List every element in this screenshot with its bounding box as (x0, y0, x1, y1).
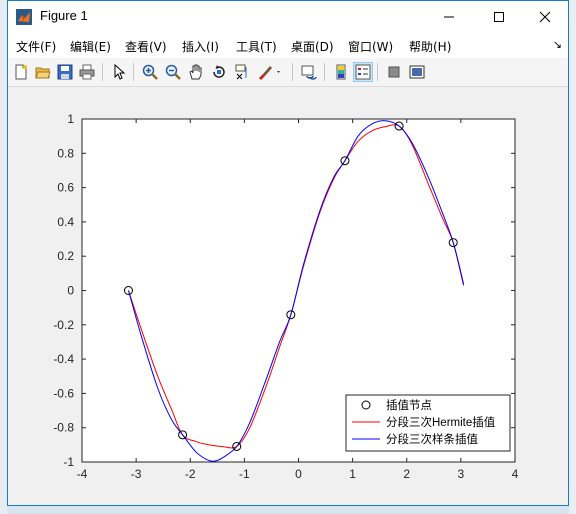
data-cursor-icon (235, 64, 247, 80)
show-plot-tools-button[interactable] (407, 62, 427, 82)
menu-bar: 文件(F) 编辑(E) 查看(V) 插入(I) 工具(T) 桌面(D) 窗口(W… (8, 32, 568, 58)
y-tick-label: 0.8 (57, 146, 74, 160)
new-figure-icon (15, 64, 27, 80)
toolbar-separator (377, 63, 378, 81)
open-folder-icon (35, 67, 51, 79)
y-tick-label: -0.4 (53, 352, 74, 366)
data-cursor-button[interactable] (232, 62, 252, 82)
link-plot-icon (301, 65, 317, 80)
colorbar-button[interactable] (331, 62, 351, 82)
plot-axes[interactable]: -4 -3 -2 -1 0 1 2 3 4 1 0.8 0.6 0.4 0.2 0 -0.2 -0.4 -0.6 -… (8, 87, 568, 505)
print-button[interactable] (77, 62, 97, 82)
menu-edit[interactable]: 编辑(E) (70, 38, 111, 55)
title-bar: Figure 1 (8, 1, 568, 33)
x-tick-label: 2 (403, 467, 410, 481)
menu-view[interactable]: 查看(V) (125, 38, 167, 55)
menu-overflow-icon[interactable]: ↘ (553, 38, 562, 51)
y-tick-label: 1 (67, 112, 74, 126)
figure-window: Figure 1 文件(F) 编辑(E) 查看(V) 插入(I) 工具(T) 桌… (7, 0, 569, 506)
save-icon (57, 64, 73, 80)
figure-toolbar (8, 58, 568, 87)
y-tick-label: 0 (67, 284, 74, 298)
maximize-icon (494, 11, 504, 22)
zoom-out-button[interactable] (163, 62, 183, 82)
x-tick-label: -1 (239, 467, 250, 481)
x-tick-label: 0 (295, 467, 302, 481)
toolbar-separator (292, 63, 293, 81)
y-tick-label: -1 (63, 455, 74, 469)
rotate-3d-icon (213, 65, 225, 78)
pan-hand-icon (189, 64, 202, 80)
legend-entry-label: 分段三次Hermite插值 (386, 415, 496, 429)
minimize-icon (444, 16, 454, 17)
link-plot-button[interactable] (299, 62, 319, 82)
toolbar-separator (133, 63, 134, 81)
menu-tools[interactable]: 工具(T) (236, 38, 277, 55)
print-icon (79, 64, 95, 80)
x-tick-label: -3 (131, 467, 142, 481)
y-tick-label: -0.2 (53, 318, 74, 332)
menu-insert[interactable]: 插入(I) (182, 38, 219, 55)
y-tick-label: 0.2 (57, 249, 74, 263)
y-tick-label: -0.8 (53, 421, 74, 435)
rotate-button[interactable] (209, 62, 229, 82)
zoom-in-button[interactable] (140, 62, 160, 82)
show-tools-icon (409, 65, 425, 79)
brush-button[interactable] (255, 62, 285, 82)
toolbar-separator (324, 63, 325, 81)
open-button[interactable] (33, 62, 53, 82)
figure-canvas: -4 -3 -2 -1 0 1 2 3 4 1 0.8 0.6 0.4 0.2 0 -0.2 -0.4 -0.6 -… (8, 87, 568, 505)
close-button[interactable] (522, 1, 568, 32)
pointer-icon (114, 64, 126, 80)
x-tick-label: 1 (349, 467, 356, 481)
window-title: Figure 1 (40, 8, 88, 23)
zoom-in-icon (142, 64, 158, 80)
y-tick-label: -0.6 (53, 386, 74, 400)
x-tick-label: 3 (458, 467, 465, 481)
colorbar-icon (336, 64, 346, 80)
matlab-logo-icon (16, 9, 32, 25)
legend-entry-label: 分段三次样条插值 (386, 432, 478, 446)
x-tick-label: -2 (185, 467, 196, 481)
edit-plot-button[interactable] (109, 62, 129, 82)
x-tick-label: 4 (512, 467, 519, 481)
menu-desktop[interactable]: 桌面(D) (291, 38, 334, 55)
new-figure-button[interactable] (11, 62, 31, 82)
menu-help[interactable]: 帮助(H) (409, 38, 451, 55)
background-app (0, 0, 7, 514)
maximize-button[interactable] (476, 1, 522, 32)
pan-button[interactable] (186, 62, 206, 82)
menu-window[interactable]: 窗口(W) (348, 38, 393, 55)
hide-plot-tools-button[interactable] (384, 62, 404, 82)
save-button[interactable] (55, 62, 75, 82)
legend-icon (355, 64, 371, 80)
menu-file[interactable]: 文件(F) (16, 38, 56, 55)
minimize-button[interactable] (426, 1, 472, 32)
legend-button[interactable] (353, 62, 373, 82)
y-tick-label: 0.6 (57, 181, 74, 195)
zoom-out-icon (165, 64, 181, 80)
hide-tools-icon (388, 66, 400, 78)
background-app-right (569, 0, 576, 514)
y-tick-label: 0.4 (57, 215, 74, 229)
close-icon (539, 11, 551, 22)
legend-entry-label: 插值节点 (386, 398, 432, 412)
x-tick-label: -4 (77, 467, 88, 481)
brush-icon (259, 66, 280, 80)
toolbar-separator (102, 63, 103, 81)
